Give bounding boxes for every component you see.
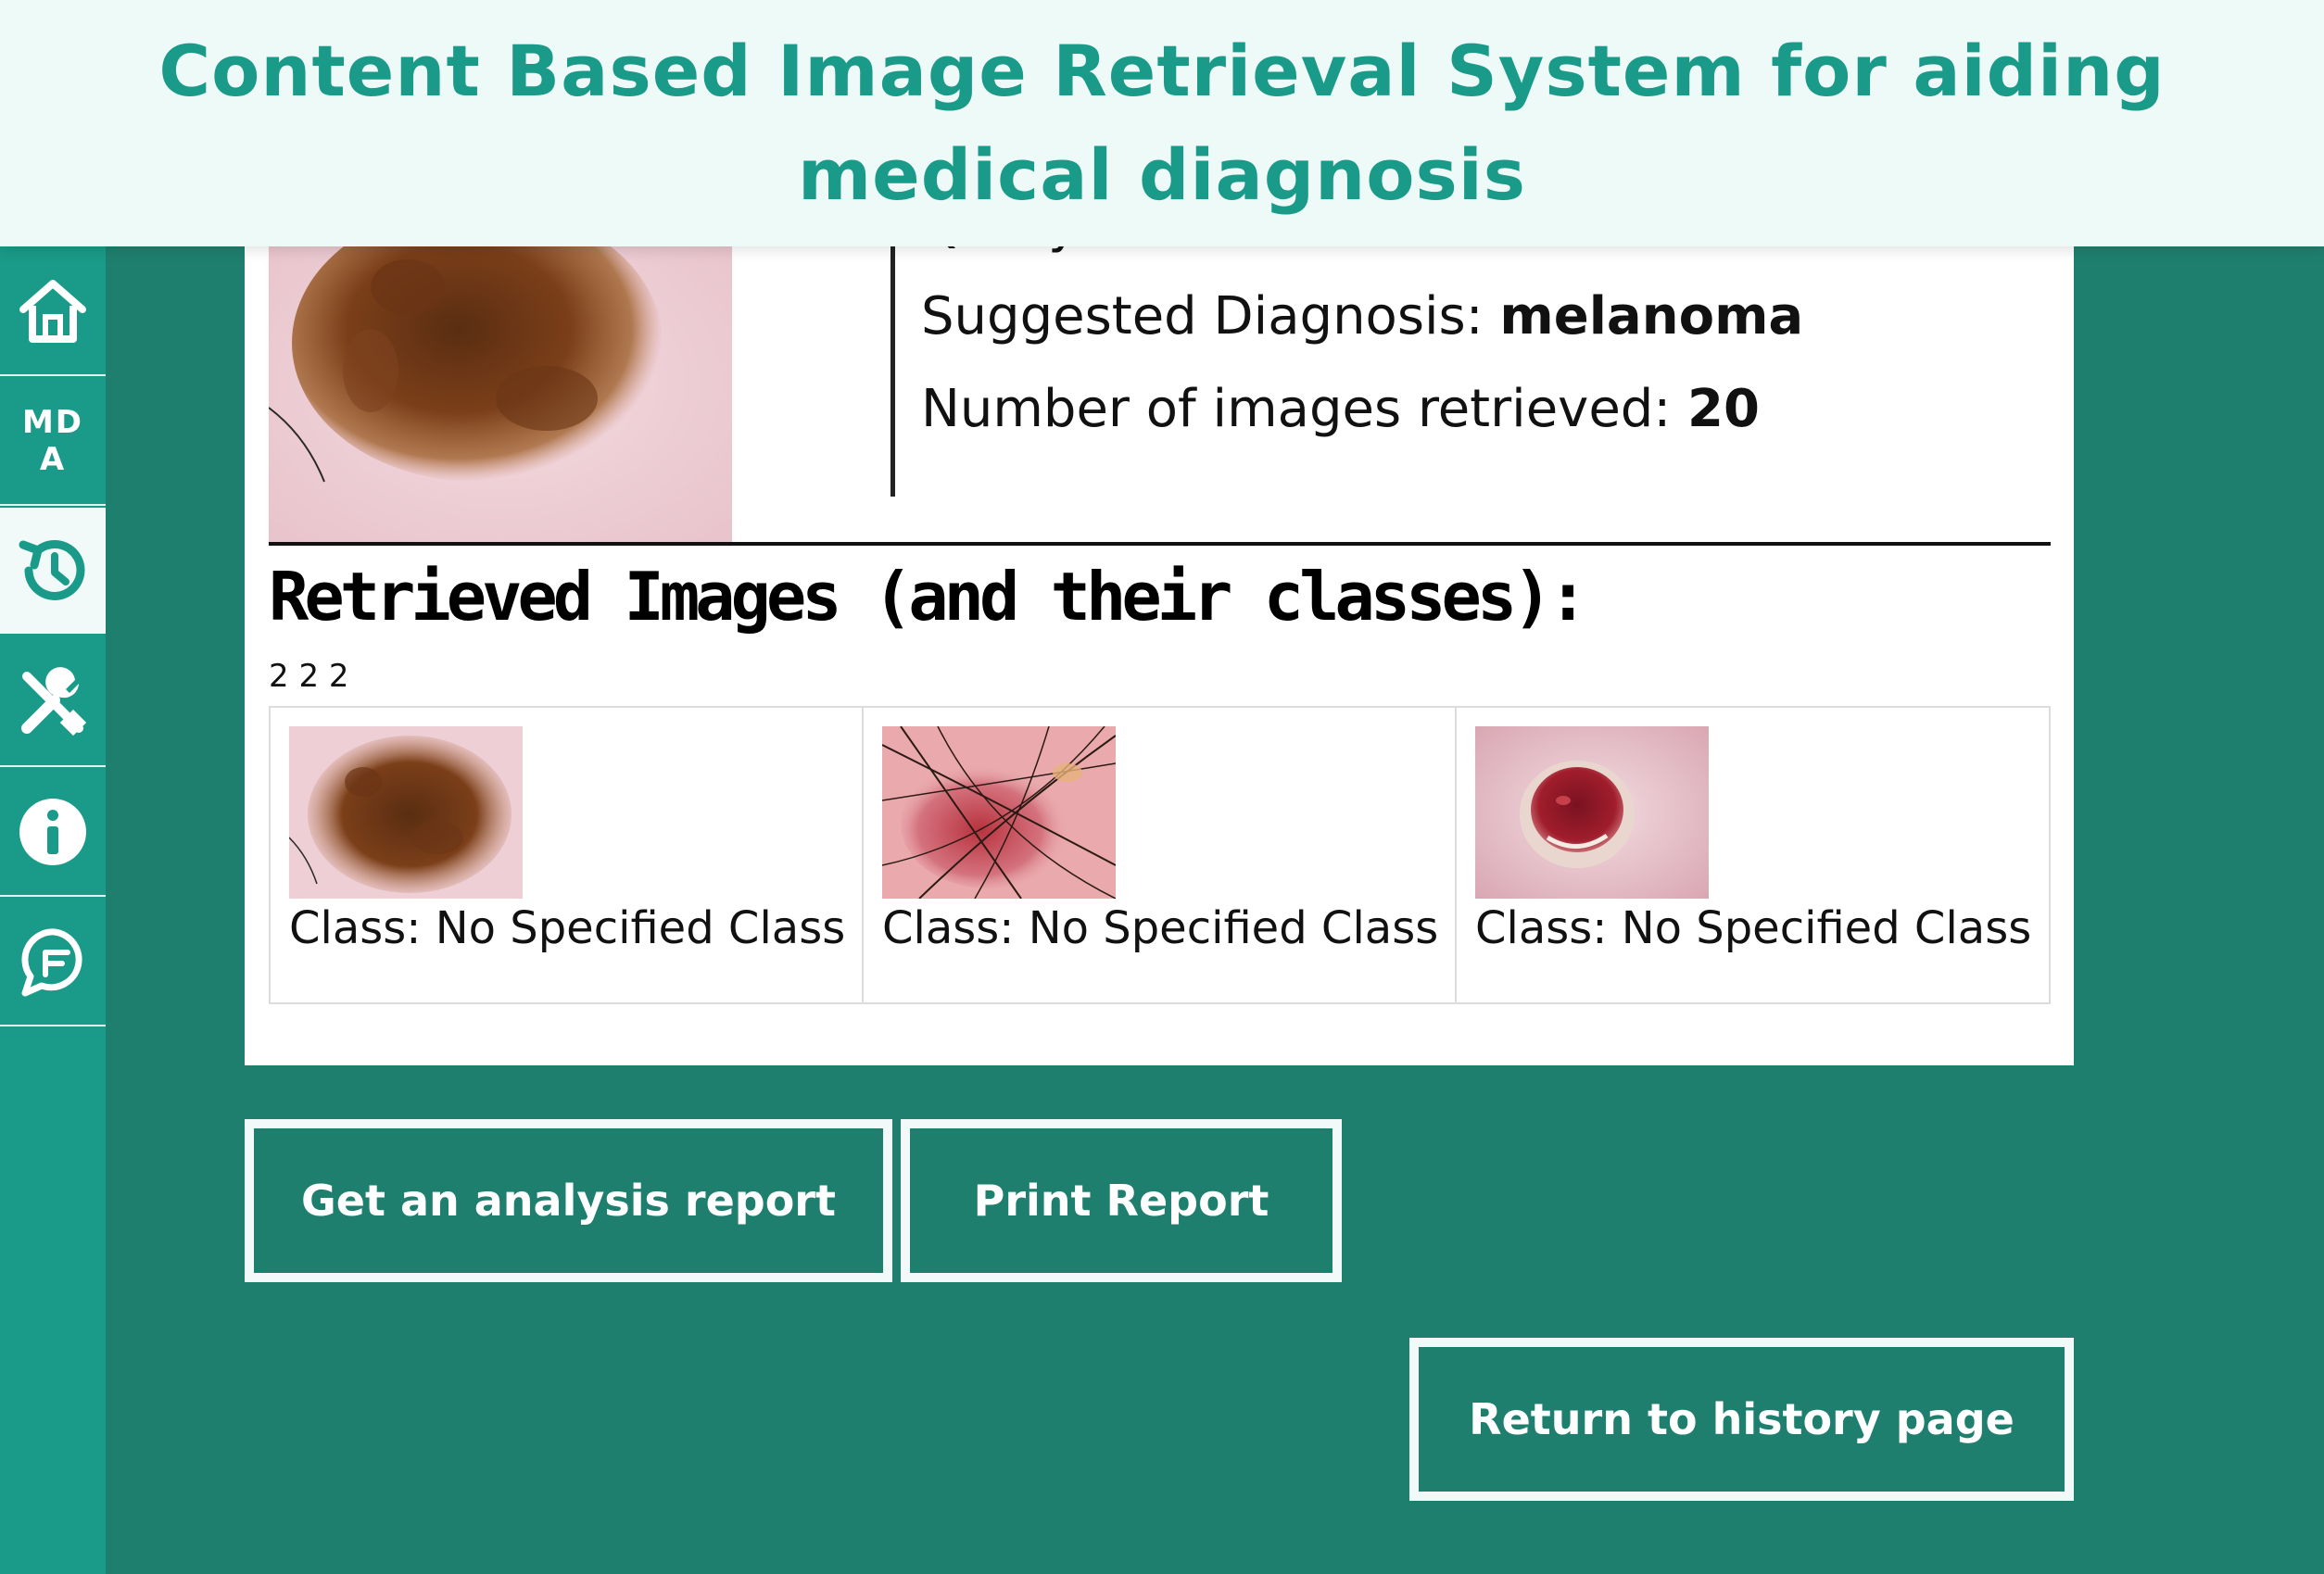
sidebar-item-mda[interactable]: MD A [0, 378, 106, 506]
return-to-history-button[interactable]: Return to history page [1409, 1338, 2074, 1501]
sidebar-item-history[interactable] [0, 508, 106, 636]
print-report-button[interactable]: Print Report [901, 1119, 1342, 1282]
debug-text: 2 2 2 [269, 658, 349, 695]
diagnosis-value: melanoma [1499, 286, 1804, 346]
retrieved-count-label: Number of images retrieved: [921, 379, 1687, 439]
feedback-icon [21, 928, 82, 997]
section-divider [269, 542, 2051, 546]
history-icon [19, 540, 85, 600]
result-item[interactable]: Class: No Specified Class [271, 708, 864, 1002]
home-icon [19, 280, 86, 343]
get-analysis-report-button[interactable]: Get an analysis report [245, 1119, 892, 1282]
query-info: Query Id: 17 Suggested Diagnosis: melano… [890, 222, 2002, 497]
mda-logo: MD A [22, 404, 83, 478]
mda-logo-line1: MD [21, 404, 84, 441]
result-image-1[interactable] [289, 726, 523, 899]
result-card: Query Id: 17 Suggested Diagnosis: melano… [245, 222, 2074, 1065]
page-header: Content Based Image Retrieval System for… [0, 0, 2324, 246]
result-class-label: Class: No Specified Class [882, 902, 1439, 954]
mda-logo-line2: A [39, 441, 67, 478]
result-image-2[interactable] [882, 726, 1116, 899]
retrieved-images-heading: Retrieved Images (and their classes): [269, 558, 1588, 636]
sidebar-item-tools[interactable] [0, 639, 106, 767]
result-item[interactable]: Class: No Specified Class [1457, 708, 2051, 1002]
sidebar-item-home[interactable] [0, 248, 106, 376]
retrieved-count-value: 20 [1686, 379, 1760, 439]
diagnosis-line: Suggested Diagnosis: melanoma [921, 286, 1803, 346]
retrieved-count-line: Number of images retrieved: 20 [921, 379, 1760, 439]
page-title: Content Based Image Retrieval System for… [158, 30, 2166, 216]
result-class-label: Class: No Specified Class [289, 902, 846, 954]
sidebar-item-info[interactable] [0, 769, 106, 897]
diagnosis-label: Suggested Diagnosis: [921, 286, 1500, 346]
result-class-label: Class: No Specified Class [1475, 902, 2032, 954]
tools-icon [21, 667, 87, 737]
result-item[interactable]: Class: No Specified Class [864, 708, 1457, 1002]
sidebar-item-feedback[interactable] [0, 899, 106, 1026]
query-image [269, 222, 732, 542]
results-grid: Class: No Specified Class Class: No Spec… [269, 706, 2051, 1004]
info-icon [19, 799, 86, 865]
result-image-3[interactable] [1475, 726, 1709, 899]
